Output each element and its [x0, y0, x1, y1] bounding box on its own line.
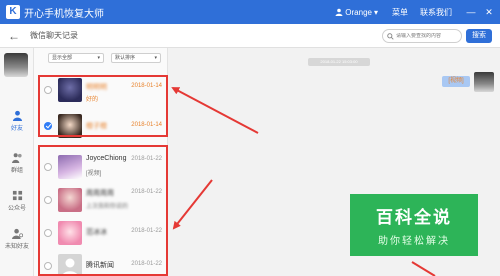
title-bar: K 开心手机恢复大师 Orange ▾ 菜单 联系我们 — ✕: [0, 0, 500, 24]
chevron-down-icon: ▾: [154, 55, 157, 61]
unknown-friend-icon: [11, 228, 23, 239]
annotation-box-bottom: [38, 145, 168, 276]
message-bubble[interactable]: [视频]: [442, 76, 470, 87]
sidebar-item-groups[interactable]: 群组: [0, 152, 34, 174]
sort-label: 默认排序: [115, 55, 136, 61]
show-filter-dropdown[interactable]: 显示全部 ▾: [48, 53, 104, 63]
app-logo-icon: K: [6, 5, 20, 19]
search-button[interactable]: 搜索: [466, 29, 492, 43]
watermark-logo: 百科全说 助你轻松解决: [350, 194, 478, 256]
sidebar-item-label: 未知好友: [4, 244, 29, 250]
annotation-box-top: [38, 75, 168, 137]
app-title: 开心手机恢复大师: [24, 8, 104, 20]
sort-dropdown[interactable]: 默认排序 ▾: [111, 53, 161, 63]
search-box[interactable]: [382, 29, 462, 43]
page-title: 微信聊天记录: [30, 31, 78, 40]
sidebar-item-label: 公众号: [7, 206, 26, 212]
user-name: Orange: [345, 7, 372, 17]
filter-bar: 显示全部 ▾ 默认排序 ▾: [34, 48, 168, 68]
sidebar-item-label: 好友: [10, 126, 23, 132]
menu-button[interactable]: 菜单: [392, 7, 408, 18]
avatar: [4, 53, 28, 77]
sidebar-item-friends[interactable]: 好友: [0, 110, 34, 132]
person-icon: [12, 110, 22, 121]
watermark-title: 百科全说: [376, 208, 452, 227]
sidebar-item-official-accounts[interactable]: 公众号: [0, 190, 34, 212]
minimize-icon[interactable]: —: [464, 7, 478, 17]
contact-us-button[interactable]: 联系我们: [420, 7, 452, 18]
group-icon: [11, 153, 22, 163]
watermark-subtitle: 助你轻松解决: [378, 236, 450, 247]
sidebar: 好友 群组 公众号 未知好友: [0, 48, 34, 276]
sidebar-item-unknown-friends[interactable]: 未知好友: [0, 228, 34, 250]
close-icon[interactable]: ✕: [482, 7, 496, 18]
user-icon: [335, 8, 343, 16]
show-filter-label: 显示全部: [52, 55, 73, 61]
chevron-down-icon: ▾: [373, 7, 378, 17]
message-timestamp: 2018-01-22 15:03:00: [308, 58, 370, 66]
chevron-down-icon: ▾: [97, 55, 100, 61]
user-menu[interactable]: Orange ▾: [335, 8, 378, 17]
contact-list-panel: 显示全部 ▾ 默认排序 ▾ 明明明 2018-01-14 好的 橙子橙 2018…: [34, 48, 168, 276]
official-account-icon: [12, 190, 22, 201]
sidebar-item-label: 群组: [10, 168, 23, 174]
search-input[interactable]: [396, 33, 460, 39]
toolbar: ← 微信聊天记录 搜索: [0, 24, 500, 48]
search-icon: [387, 32, 394, 40]
avatar: [474, 72, 494, 92]
back-arrow-icon[interactable]: ←: [8, 29, 20, 43]
